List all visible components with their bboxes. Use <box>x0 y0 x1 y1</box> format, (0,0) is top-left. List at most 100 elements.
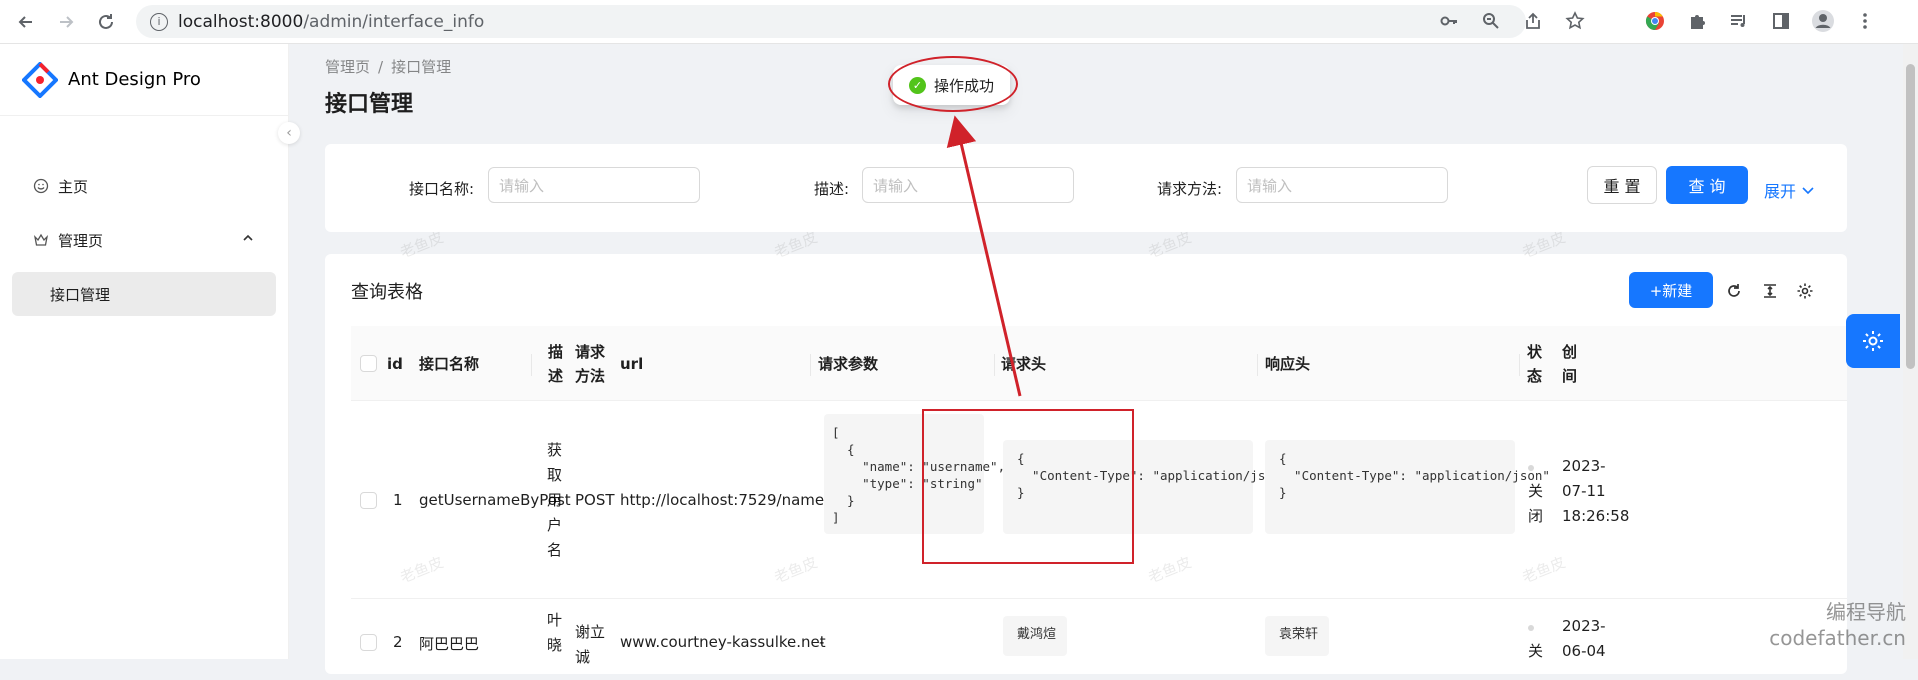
header-text: 方法 <box>575 367 606 385</box>
field-label: 接口名称: <box>409 180 475 198</box>
page-title: 接口管理 <box>325 92 414 117</box>
column-header-desc[interactable]: 描 述 <box>548 340 564 388</box>
page-scrollbar[interactable] <box>1903 44 1918 659</box>
method-input[interactable]: 请输入 <box>1236 167 1448 203</box>
cell-desc: 获 取 用 户 名 <box>547 438 562 563</box>
sidebar-item-interface[interactable]: 接口管理 <box>12 272 276 316</box>
desc-char: 取 <box>547 466 563 484</box>
url-path: /admin/interface_info <box>303 11 485 32</box>
new-button[interactable]: +新建 <box>1629 272 1713 308</box>
ant-design-logo-icon <box>22 61 58 98</box>
site-info-icon[interactable]: i <box>150 12 168 31</box>
column-header-method[interactable]: 请求 方法 <box>575 340 605 388</box>
breadcrumb: 管理页 / 接口管理 <box>325 56 451 77</box>
forward-icon[interactable] <box>46 2 86 42</box>
key-icon[interactable] <box>1436 8 1462 34</box>
desc-char: 户 <box>547 516 563 534</box>
puzzle-icon[interactable] <box>1684 8 1710 34</box>
sidebar: Ant Design Pro ‹ 主页 管理页 接口管理 <box>0 44 300 659</box>
query-button[interactable]: 查 询 <box>1666 166 1748 204</box>
created-part: 18:26:58 <box>1562 507 1630 525</box>
desc-char: 叶 <box>547 611 563 629</box>
sidebar-item-home[interactable]: 主页 <box>12 164 276 208</box>
column-header-url[interactable]: url <box>620 352 643 376</box>
back-icon[interactable] <box>6 2 46 42</box>
browser-toolbar: i localhost:8000/admin/interface_info <box>0 0 1918 44</box>
site-mark-url: codefather.cn <box>1769 626 1906 650</box>
profile-icon[interactable] <box>1810 8 1836 34</box>
search-form: 接口名称: 请输入 描述: 请输入 请求方法: 请输入 重 置 查 询 展开 <box>325 144 1847 232</box>
row-checkbox[interactable] <box>360 634 377 651</box>
header-text: 描 <box>548 343 564 361</box>
cell-status: 关 闭 <box>1528 454 1548 529</box>
column-header-status[interactable]: 状 态 <box>1527 340 1542 388</box>
field-label: 描述: <box>814 180 850 198</box>
column-header-resp-header[interactable]: 响应头 <box>1265 352 1310 376</box>
share-icon[interactable] <box>1520 8 1546 34</box>
url-host: localhost:8000 <box>178 11 304 32</box>
desc-char: 名 <box>547 541 563 559</box>
chrome-extension-icon[interactable] <box>1642 8 1668 34</box>
column-header-req-header[interactable]: 请求头 <box>1001 352 1046 376</box>
cell-id: 1 <box>393 491 403 509</box>
select-all-checkbox[interactable] <box>360 355 377 372</box>
column-header-id[interactable]: id <box>387 352 403 376</box>
created-part: 2023- <box>1562 457 1606 475</box>
created-part: 06-04 <box>1562 642 1606 660</box>
created-part: 07-11 <box>1562 482 1606 500</box>
kebab-icon[interactable] <box>1852 8 1878 34</box>
reload-icon[interactable] <box>1723 280 1745 302</box>
method-part: 谢立 <box>575 623 606 641</box>
breadcrumb-separator: / <box>378 58 384 76</box>
cell-url: www.courtney-kassulke.net <box>620 633 826 651</box>
table-row[interactable]: 2 阿巴巴巴 叶 晓 谢立 诚 www.courtney-kassulke.ne… <box>351 600 1847 680</box>
header-text: 请求 <box>575 343 606 361</box>
setting-icon <box>1863 331 1883 351</box>
column-header-params[interactable]: 请求参数 <box>818 352 878 376</box>
annotation-rect <box>922 409 1134 564</box>
table-header: id 接口名称 描 述 请求 方法 url 请求参数 请求头 响应头 状 态 创… <box>351 326 1847 401</box>
setting-drawer-button[interactable] <box>1846 314 1900 368</box>
description-input[interactable]: 请输入 <box>862 167 1074 203</box>
cell-method: POST <box>575 491 615 509</box>
breadcrumb-item[interactable]: 管理页 <box>325 58 370 76</box>
cell-params: - <box>819 633 825 651</box>
column-header-created[interactable]: 创 间 <box>1562 340 1577 388</box>
scrollbar-thumb[interactable] <box>1906 64 1915 369</box>
expand-label: 展开 <box>1764 182 1797 201</box>
address-bar[interactable]: i localhost:8000/admin/interface_info <box>136 5 1526 38</box>
column-header-name[interactable]: 接口名称 <box>419 352 479 376</box>
table-title: 查询表格 <box>351 282 423 303</box>
media-icon[interactable] <box>1726 8 1752 34</box>
field-label: 请求方法: <box>1157 180 1223 198</box>
zoom-icon[interactable] <box>1478 8 1504 34</box>
annotation-ellipse <box>888 56 1018 112</box>
expand-link[interactable]: 展开 <box>1764 178 1815 202</box>
status-dot <box>1528 625 1534 631</box>
input-placeholder: 请输入 <box>1247 176 1293 195</box>
row-checkbox[interactable] <box>360 492 377 509</box>
reload-icon[interactable] <box>86 2 126 42</box>
site-watermark: 编程导航 codefather.cn <box>1769 599 1906 651</box>
smile-icon <box>32 177 50 195</box>
desc-char: 获 <box>547 441 563 459</box>
desc-char: 晓 <box>547 636 563 654</box>
header-text: 创 <box>1562 343 1578 361</box>
reset-button[interactable]: 重 置 <box>1587 166 1657 204</box>
status-char: 关 <box>1528 642 1544 660</box>
chevron-down-icon <box>1801 182 1815 201</box>
cell-resp-header-code: { "Content-Type": "application/json" } <box>1265 440 1550 534</box>
interface-name-input[interactable]: 请输入 <box>488 167 700 203</box>
column-height-icon[interactable] <box>1759 280 1781 302</box>
main-content: 管理页 / 接口管理 接口管理 接口名称: 请输入 描述: 请输入 请求方法: 请输… <box>289 44 1918 674</box>
input-placeholder: 请输入 <box>499 176 545 195</box>
sidebar-icon[interactable] <box>1768 8 1794 34</box>
bookmark-star-icon[interactable] <box>1562 8 1588 34</box>
crown-icon <box>32 231 50 249</box>
sidebar-item-label: 主页 <box>58 177 89 196</box>
desc-char: 用 <box>547 491 563 509</box>
setting-icon[interactable] <box>1794 280 1816 302</box>
site-mark-title: 编程导航 <box>1826 600 1906 624</box>
logo[interactable]: Ant Design Pro <box>0 44 288 116</box>
sidebar-item-admin[interactable]: 管理页 <box>12 218 276 262</box>
